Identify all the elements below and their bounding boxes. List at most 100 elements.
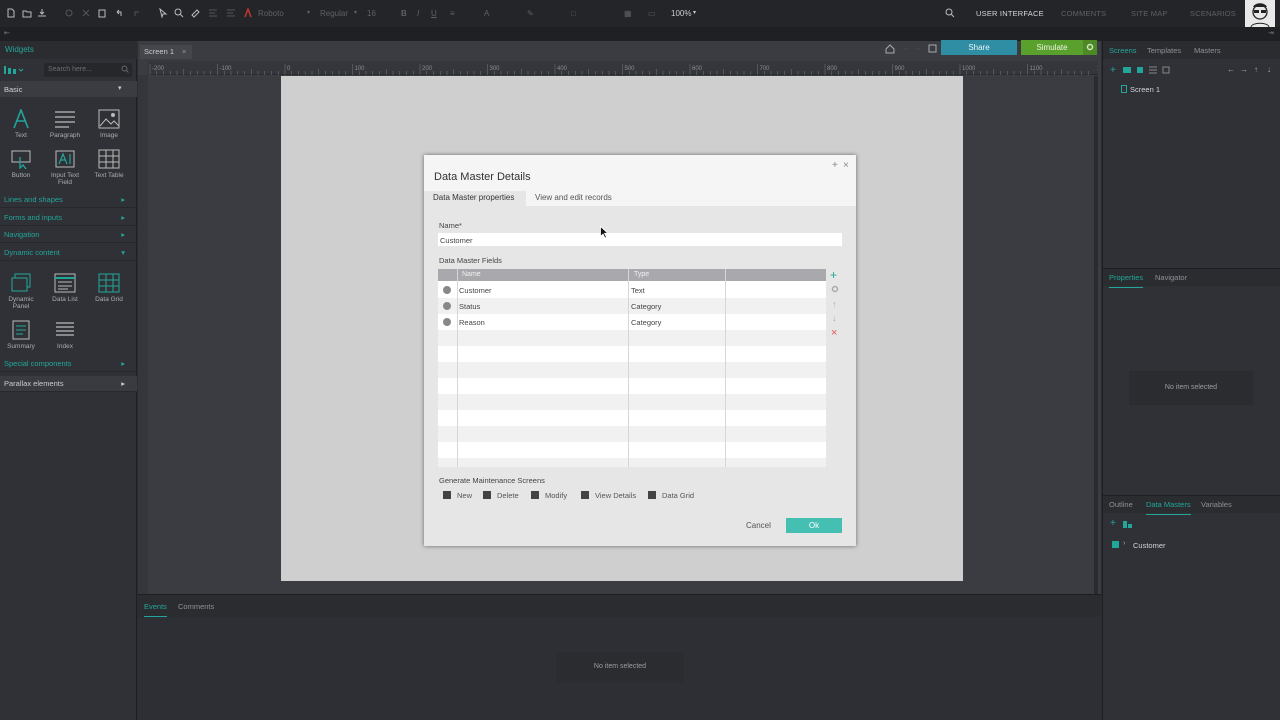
section-lines-and-shapes[interactable]: Lines and shapes ▸ — [0, 192, 137, 208]
nav-scenarios[interactable]: SCENARIOS — [1190, 9, 1236, 18]
pin-icon[interactable]: + — [832, 160, 838, 171]
move-down-icon[interactable]: ↓ — [1267, 65, 1271, 74]
redo-icon[interactable] — [132, 8, 142, 18]
tab-data-masters[interactable]: Data Masters — [1146, 500, 1191, 515]
tab-comments[interactable]: Comments — [178, 602, 214, 611]
close-icon[interactable]: × — [843, 160, 849, 171]
add-screen-icon[interactable]: + — [1110, 65, 1116, 76]
undo-icon[interactable] — [114, 8, 124, 18]
checkbox-icon[interactable] — [443, 491, 451, 499]
share-button[interactable]: Share — [941, 40, 1017, 55]
expand-all-icon[interactable] — [1162, 66, 1170, 74]
widget-index[interactable]: Index — [45, 320, 85, 350]
collapse-icon[interactable]: ⇤ — [4, 29, 10, 37]
widget-data-list[interactable]: Data List — [45, 273, 85, 303]
font-weight-select[interactable]: Regular — [320, 9, 348, 18]
library-icon[interactable] — [4, 65, 26, 75]
widget-input-text-field[interactable]: Input Text Field — [45, 149, 85, 186]
vertical-scrollbar[interactable] — [1094, 76, 1098, 594]
duplicate-icon[interactable] — [1136, 66, 1144, 74]
move-left-icon[interactable]: ← — [1227, 65, 1235, 74]
column-name[interactable]: Name — [462, 271, 481, 278]
tab-properties[interactable]: Properties — [1109, 273, 1144, 288]
cut-icon[interactable] — [64, 8, 74, 18]
fill-color-icon[interactable]: ✎ — [527, 9, 534, 18]
avatar[interactable] — [1245, 0, 1275, 27]
group-icon[interactable]: ▭ — [648, 9, 656, 18]
select-pointer-icon[interactable] — [158, 8, 168, 18]
tab-variables[interactable]: Variables — [1201, 500, 1232, 509]
back-arrow-icon[interactable]: ← — [903, 45, 910, 52]
fit-icon[interactable] — [928, 44, 938, 54]
row-handle-icon[interactable] — [443, 302, 451, 310]
italic-icon[interactable]: I — [417, 9, 419, 18]
section-navigation[interactable]: Navigation ▸ — [0, 227, 137, 243]
widget-summary[interactable]: Summary — [1, 320, 41, 350]
align-icon[interactable] — [208, 8, 218, 18]
tab-screens[interactable]: Screens — [1109, 46, 1137, 55]
zoom-select[interactable]: 100% — [671, 9, 691, 18]
checkbox-icon[interactable] — [581, 491, 589, 499]
row-handle-icon[interactable] — [443, 286, 451, 294]
tab-events[interactable]: Events — [144, 602, 167, 617]
nav-comments[interactable]: COMMENTS — [1061, 9, 1106, 18]
new-file-icon[interactable] — [6, 8, 16, 18]
widget-search-input[interactable]: Search here... — [44, 63, 132, 77]
tab-outline[interactable]: Outline — [1109, 500, 1133, 509]
move-right-icon[interactable]: → — [1240, 65, 1248, 74]
section-parallax-elements[interactable]: Parallax elements ▸ — [0, 376, 137, 392]
search-icon[interactable] — [945, 8, 955, 18]
table-row[interactable]: Customer Text — [438, 282, 826, 298]
move-up-icon[interactable]: ↑ — [832, 299, 837, 309]
fields-grid[interactable]: Name Type Customer Text Status Category … — [438, 269, 826, 467]
bold-icon[interactable]: B — [401, 9, 407, 18]
simulate-settings-button[interactable] — [1083, 40, 1097, 55]
checkbox-modify[interactable]: Modify — [531, 491, 567, 500]
save-icon[interactable] — [37, 8, 47, 18]
border-color-icon[interactable]: □ — [571, 9, 576, 18]
name-field[interactable]: Customer — [438, 233, 842, 246]
field-settings-icon[interactable] — [831, 285, 839, 293]
column-type[interactable]: Type — [634, 271, 649, 278]
checkbox-new[interactable]: New — [443, 491, 472, 500]
text-color-icon[interactable]: A — [484, 9, 489, 18]
open-folder-icon[interactable] — [22, 8, 32, 18]
data-master-item[interactable]: › Customer — [1109, 539, 1229, 551]
home-icon[interactable] — [885, 44, 895, 54]
delete-field-icon[interactable]: × — [831, 327, 837, 339]
checkbox-view-details[interactable]: View Details — [581, 491, 636, 500]
widget-text[interactable]: Text — [1, 109, 41, 139]
widget-image[interactable]: Image — [89, 109, 129, 139]
simulate-button[interactable]: Simulate — [1021, 40, 1083, 55]
copy-icon[interactable] — [97, 8, 107, 18]
cancel-button[interactable]: Cancel — [746, 521, 771, 530]
widget-dynamic-panel[interactable]: Dynamic Panel — [1, 273, 41, 310]
scissors-icon[interactable] — [81, 8, 91, 18]
font-name-select[interactable]: Roboto — [258, 9, 284, 18]
zoom-icon[interactable] — [174, 8, 184, 18]
list-view-icon[interactable] — [1149, 66, 1157, 74]
add-folder-icon[interactable] — [1123, 66, 1131, 74]
widget-data-grid[interactable]: Data Grid — [89, 273, 129, 303]
add-field-icon[interactable]: + — [830, 268, 837, 282]
tab-templates[interactable]: Templates — [1147, 46, 1181, 55]
row-handle-icon[interactable] — [443, 318, 451, 326]
widget-button[interactable]: Button — [1, 149, 41, 179]
checkbox-data-grid[interactable]: Data Grid — [648, 491, 694, 500]
widget-paragraph[interactable]: Paragraph — [45, 109, 85, 139]
nav-user-interface[interactable]: USER INTERFACE — [976, 9, 1044, 18]
close-icon[interactable]: × — [182, 47, 186, 56]
distribute-icon[interactable] — [226, 8, 236, 18]
chevron-right-icon[interactable]: › — [1123, 540, 1125, 547]
tab-widgets[interactable]: Widgets — [5, 45, 34, 54]
tab-navigator[interactable]: Navigator — [1155, 273, 1187, 282]
tab-screen-1[interactable]: Screen 1 × — [140, 45, 192, 59]
forward-arrow-icon[interactable]: → — [915, 45, 922, 52]
table-row[interactable]: Status Category — [438, 298, 826, 314]
section-forms-and-inputs[interactable]: Forms and inputs ▸ — [0, 210, 137, 226]
arrange-icon[interactable]: ▦ — [624, 9, 632, 18]
checkbox-delete[interactable]: Delete — [483, 491, 519, 500]
ok-button[interactable]: Ok — [786, 518, 842, 533]
add-data-master-folder-icon[interactable] — [1123, 519, 1133, 529]
font-size-select[interactable]: 16 — [367, 9, 376, 18]
